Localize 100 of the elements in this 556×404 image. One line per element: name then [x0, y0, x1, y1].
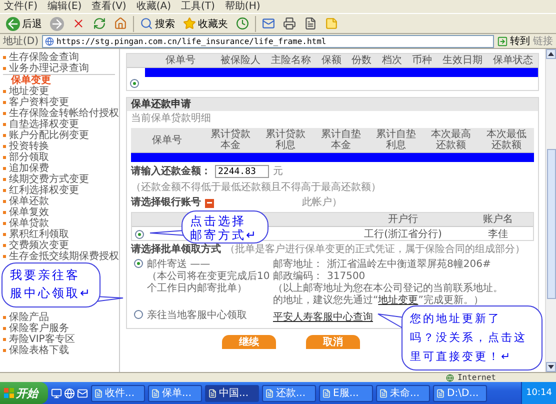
- sidebar-item[interactable]: 保险产品: [3, 312, 49, 323]
- menu-item[interactable]: 编辑(E): [48, 0, 82, 12]
- taskbar-button[interactable]: 收件...: [91, 384, 145, 402]
- home-icon: [114, 17, 127, 30]
- radio-button[interactable]: [134, 310, 143, 319]
- column-header: 生效日期: [442, 54, 482, 67]
- column-header: 累计贷款利息: [264, 128, 307, 152]
- close-icon: [72, 17, 85, 30]
- radio-button[interactable]: [130, 79, 139, 88]
- taskbar-button[interactable]: 还款...: [262, 384, 316, 402]
- sidebar-heading[interactable]: 保单变更: [11, 75, 51, 86]
- column-header: 保单号: [165, 54, 196, 67]
- sidebar-item[interactable]: 寿险VIP客专区: [3, 334, 75, 345]
- address-change-link[interactable]: 地址变更: [378, 295, 418, 306]
- document-icon: [265, 388, 274, 398]
- field-label: 邮寄地址：: [273, 259, 323, 270]
- address-field[interactable]: https://stg.pingan.com.cn/life_insurance/life_frame.html: [42, 34, 494, 48]
- sidebar-item[interactable]: 累积红利领取: [3, 229, 69, 240]
- taskbar-button[interactable]: D:\D...: [433, 384, 487, 402]
- sidebar-item[interactable]: 保险客户服务: [3, 323, 69, 334]
- refresh-icon: [93, 17, 106, 30]
- service-center-link[interactable]: 平安人寿客服中心查询: [273, 312, 373, 323]
- sidebar-item[interactable]: 红利选择权变更: [3, 185, 79, 196]
- column-header: 份数: [352, 54, 372, 67]
- taskbar-button[interactable]: 未命...: [376, 384, 430, 402]
- column-header: 保单号: [152, 134, 182, 146]
- star-icon: [183, 17, 196, 30]
- sidebar-item[interactable]: 投资转换: [3, 141, 49, 152]
- column-header: 累计贷款本金: [209, 128, 252, 152]
- column-header: 开户行: [388, 213, 418, 226]
- column-header: 累计自垫利息: [374, 128, 417, 152]
- column-header: 本次最高还款额: [430, 128, 472, 152]
- taskbar-button[interactable]: 保单...: [148, 384, 202, 402]
- menu-item[interactable]: 收藏(A): [136, 0, 171, 12]
- field-label: 邮政编码：: [273, 271, 323, 282]
- sidebar-item[interactable]: 保单还款: [3, 196, 49, 207]
- sidebar-item[interactable]: 生存金抵交续期保费授权: [3, 251, 119, 262]
- column-header: 保单状态: [492, 54, 533, 67]
- globe-icon[interactable]: [64, 388, 75, 398]
- document-icon: [322, 388, 331, 398]
- option-note: （本公司将在变更完成后10个工作日内邮寄批单）: [147, 271, 271, 295]
- printer-icon: [283, 17, 296, 30]
- menu-item[interactable]: 查看(V): [92, 0, 126, 12]
- menu-item[interactable]: 工具(T): [181, 0, 215, 12]
- column-header: 累计自垫本金: [320, 128, 362, 152]
- sidebar-item[interactable]: 账户分配比例变更: [3, 130, 89, 141]
- taskbar-button[interactable]: E服...: [319, 384, 373, 402]
- sidebar-item[interactable]: 交费频次变更: [3, 240, 69, 251]
- mailing-address: 浙江省温岭左中衡道翠屏苑8幢206#: [327, 259, 491, 271]
- sidebar-item[interactable]: 保单复效: [3, 207, 49, 218]
- radio-button[interactable]: [135, 230, 144, 238]
- scroll-down-button[interactable]: [546, 362, 556, 372]
- amount-field[interactable]: 2244.83: [215, 165, 269, 178]
- field-label: 请选择银行账号: [131, 197, 201, 209]
- monitor-icon[interactable]: [51, 388, 62, 398]
- forward-button[interactable]: [48, 14, 66, 32]
- search-icon: [140, 17, 153, 30]
- sidebar-item[interactable]: 地址变更: [3, 86, 49, 97]
- sidebar-item[interactable]: 生存保险金查询: [3, 52, 79, 63]
- sidebar-item[interactable]: 生存保险金转帐给付授权: [3, 108, 119, 119]
- print-button[interactable]: [281, 14, 298, 32]
- callout-text: 服中心领取↵: [10, 285, 92, 302]
- radio-button[interactable]: [134, 259, 143, 268]
- document-icon: [436, 388, 445, 398]
- delivery-note: （批单是客户进行保单变更的正式凭证，属于保险合同的组成部分）: [225, 244, 525, 256]
- menu-item[interactable]: 文件(F): [4, 0, 38, 12]
- favorites-button[interactable]: 收藏夹: [181, 14, 230, 32]
- sidebar-item[interactable]: 部分领取: [3, 152, 49, 163]
- address-notice: （以上邮寄地址为您在本公司登记的当前联系地址。: [273, 283, 503, 294]
- document-icon: [94, 388, 103, 398]
- taskbar-button[interactable]: 中国...: [205, 384, 259, 402]
- scrollbar-thumb[interactable]: [546, 149, 556, 299]
- column-header: 被保险人: [220, 54, 261, 67]
- bank-card-icon: [205, 198, 214, 208]
- history-button[interactable]: [234, 14, 251, 32]
- callout-text: 邮寄方式↵: [190, 228, 258, 242]
- search-button[interactable]: 搜索: [138, 14, 177, 32]
- back-button[interactable]: 后退: [4, 14, 44, 32]
- postal-code: 317500: [327, 271, 366, 282]
- amount-note: （还款金额不得低于最低还款额且不得高于最高还款额）: [131, 182, 381, 194]
- column-header: 主险名称: [271, 54, 312, 67]
- note-icon: [325, 17, 338, 30]
- option-label: 邮件寄送 ——: [147, 259, 210, 270]
- sidebar-item[interactable]: 业务办理记录查询: [3, 63, 89, 74]
- column-header: 币种: [412, 54, 432, 67]
- sidebar-item[interactable]: 追加保费: [3, 163, 49, 174]
- sidebar-item[interactable]: 自垫选择权变更: [3, 119, 79, 130]
- scroll-up-button[interactable]: [546, 49, 556, 59]
- clock: 10:14: [526, 388, 552, 398]
- sidebar-item[interactable]: 保单贷款: [3, 218, 49, 229]
- mail-icon: [262, 17, 275, 30]
- sidebar-item[interactable]: 续期交费方式变更: [3, 174, 89, 185]
- mail-icon[interactable]: [77, 388, 88, 398]
- callout-text: 我要亲往客: [10, 267, 80, 284]
- section-label: 当前保单贷款明细: [131, 113, 212, 125]
- menu-item[interactable]: 帮助(H): [224, 0, 260, 12]
- sidebar-item[interactable]: 保险表格下载: [3, 345, 69, 356]
- sidebar-item[interactable]: 客户资料变更: [3, 97, 69, 108]
- go-button[interactable]: 转到: [497, 34, 530, 48]
- clock-icon: [236, 17, 249, 30]
